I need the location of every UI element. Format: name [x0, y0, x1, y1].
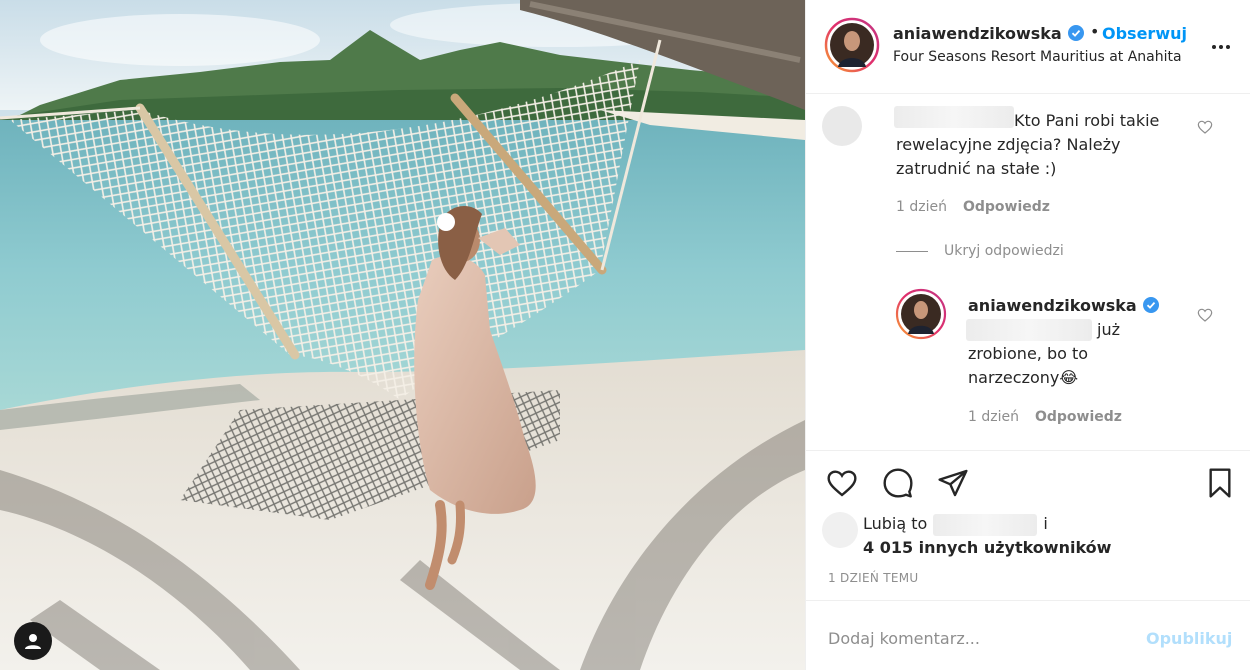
save-bookmark-icon[interactable] [1204, 467, 1236, 503]
comment-meta: 1 dzień Odpowiedz [896, 199, 1050, 215]
reply-meta: 1 dzień Odpowiedz [968, 409, 1122, 425]
comment-input[interactable] [828, 623, 1128, 653]
author-avatar[interactable] [824, 17, 880, 77]
reply-author-avatar[interactable] [895, 288, 947, 344]
likes-and: i [1043, 514, 1048, 533]
separator-dot: • [1090, 22, 1100, 41]
beach-hammock-photo [0, 0, 805, 670]
comment-text: Kto Pani robi takie rewelacyjne zdjęcia?… [896, 111, 1160, 178]
post-header: aniawendzikowska • Obserwuj Four Seasons… [806, 0, 1250, 94]
post-side-panel: aniawendzikowska • Obserwuj Four Seasons… [805, 0, 1250, 670]
liker-username-redacted [933, 513, 1038, 536]
more-options-icon[interactable] [1210, 36, 1232, 62]
comment-like-icon[interactable] [1197, 119, 1213, 139]
divider-line [896, 250, 928, 252]
post-location[interactable]: Four Seasons Resort Mauritius at Anahita [893, 49, 1182, 65]
share-paper-plane-icon[interactable] [937, 467, 969, 503]
follow-button[interactable]: Obserwuj [1102, 24, 1187, 43]
hide-replies-toggle[interactable]: Ukryj odpowiedzi [896, 243, 1064, 259]
comment-reply-button[interactable]: Odpowiedz [963, 199, 1050, 215]
likes-others-count[interactable]: 4 015 innych użytkowników [863, 536, 1111, 560]
reply-time: 1 dzień [968, 409, 1019, 425]
likes-prefix: Lubią to [863, 514, 928, 533]
liker-avatar [822, 512, 858, 548]
like-heart-icon[interactable] [826, 467, 858, 503]
comment-bubble-icon[interactable] [882, 467, 914, 503]
add-comment-bar: Opublikuj [806, 600, 1250, 670]
post-timestamp[interactable]: 1 DZIEŃ TEMU [828, 571, 918, 585]
post-photo[interactable] [0, 0, 805, 670]
publish-button[interactable]: Opublikuj [1146, 629, 1232, 648]
hide-replies-label: Ukryj odpowiedzi [944, 243, 1064, 259]
comment-time: 1 dzień [896, 199, 947, 215]
reply-reply-button[interactable]: Odpowiedz [1035, 409, 1122, 425]
verified-badge-icon [1143, 297, 1159, 317]
verified-badge-icon [1068, 25, 1084, 45]
comments-list: Kto Pani robi takie rewelacyjne zdjęcia?… [806, 95, 1250, 450]
author-username[interactable]: aniawendzikowska [893, 24, 1062, 43]
post-actions: Lubią to i 4 015 innych użytkowników 1 DZ… [806, 450, 1250, 600]
user-tag-icon[interactable] [14, 622, 52, 660]
reply-like-icon[interactable] [1197, 307, 1213, 327]
reply-text: już zrobione, bo to narzeczony😂 [968, 320, 1120, 387]
commenter-avatar[interactable] [822, 106, 862, 146]
reply-author-username[interactable]: aniawendzikowska [968, 296, 1137, 315]
